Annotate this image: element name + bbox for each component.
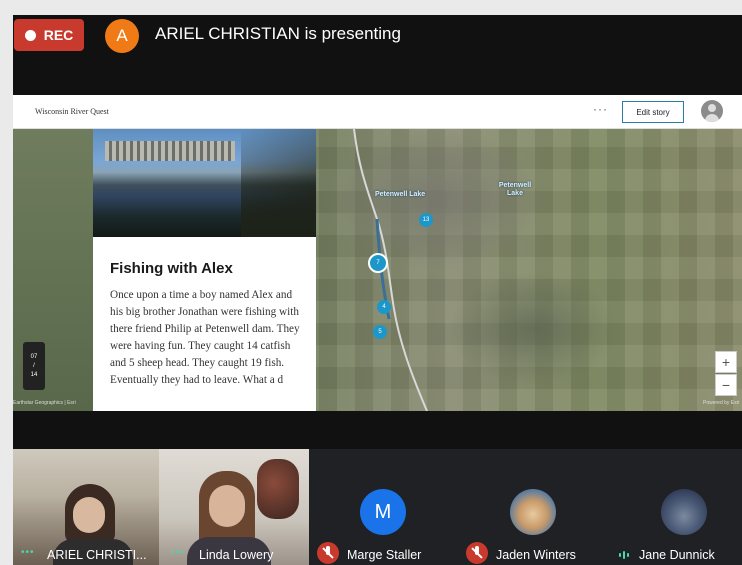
- audio-dots-icon: •••: [171, 547, 185, 558]
- story-card-title: Fishing with Alex: [110, 260, 233, 277]
- participant-name: Jaden Winters: [496, 548, 576, 562]
- participant-face: [73, 497, 105, 533]
- participant-tile[interactable]: Jane Dunnick: [599, 449, 742, 565]
- recording-label: REC: [43, 27, 74, 43]
- audio-dots-icon: •••: [21, 547, 35, 558]
- river-path: [353, 129, 428, 411]
- participant-tile[interactable]: M Marge Staller: [309, 449, 454, 565]
- participant-avatar: M: [360, 489, 406, 535]
- speaking-indicator-icon: [619, 551, 629, 559]
- participant-name: Marge Staller: [347, 548, 422, 562]
- participant-tile[interactable]: ••• Linda Lowery: [159, 449, 309, 565]
- participant-name: Jane Dunnick: [639, 548, 715, 562]
- story-header: Wisconsin River Quest ··· Edit story: [13, 95, 742, 129]
- participant-avatar: [661, 489, 707, 535]
- participant-strip: M Marge Staller Jaden Winters Jane Dunni…: [309, 449, 742, 565]
- page-current: 07: [30, 353, 38, 360]
- zoom-out-button[interactable]: −: [715, 374, 737, 396]
- participant-avatar: [510, 489, 556, 535]
- zoom-in-button[interactable]: +: [715, 351, 737, 373]
- participant-face: [209, 485, 245, 527]
- dam-image: [105, 141, 235, 161]
- participant-tile[interactable]: ••• ARIEL CHRISTI...: [13, 449, 159, 565]
- lake-label: Petenwell Lake: [498, 182, 532, 197]
- map-marker[interactable]: 5: [373, 325, 387, 339]
- recording-indicator[interactable]: REC: [14, 19, 84, 51]
- presenter-avatar: A: [105, 19, 139, 53]
- page-indicator: 07 / 14: [23, 342, 45, 390]
- page-total: 14: [30, 371, 38, 378]
- story-card-text: Once upon a time a boy named Alex and hi…: [110, 289, 300, 386]
- presenting-status: ARIEL CHRISTIAN is presenting: [155, 24, 401, 43]
- mic-off-icon: [317, 542, 339, 564]
- lake-label: Petenwell Lake: [375, 191, 426, 198]
- tree-image: [241, 129, 316, 237]
- map-attribution: Powered by Esri: [703, 400, 740, 406]
- participant-name: ARIEL CHRISTI...: [47, 548, 147, 562]
- wall-decor: [257, 459, 299, 519]
- meeting-stage: REC A ARIEL CHRISTIAN is presenting Pete…: [13, 15, 742, 565]
- shared-screen: Petenwell Lake Petenwell Lake 13 7 4 5 +…: [13, 95, 742, 411]
- edit-story-button[interactable]: Edit story: [622, 101, 684, 123]
- participant-name: Linda Lowery: [199, 548, 274, 562]
- more-options-button[interactable]: ···: [593, 102, 608, 116]
- map-marker[interactable]: 13: [419, 213, 433, 227]
- mic-off-icon: [466, 542, 488, 564]
- story-card: Fishing with Alex Once upon a time a boy…: [93, 237, 316, 411]
- user-icon[interactable]: [701, 100, 723, 122]
- map-marker[interactable]: 4: [377, 300, 391, 314]
- map-marker-active[interactable]: 7: [368, 253, 388, 273]
- page-separator: /: [33, 362, 35, 369]
- map-attribution: Earthstar Geographics | Esri: [13, 400, 76, 406]
- participant-tile[interactable]: Jaden Winters: [454, 449, 599, 565]
- story-title: Wisconsin River Quest: [35, 107, 109, 116]
- record-dot-icon: [24, 29, 36, 41]
